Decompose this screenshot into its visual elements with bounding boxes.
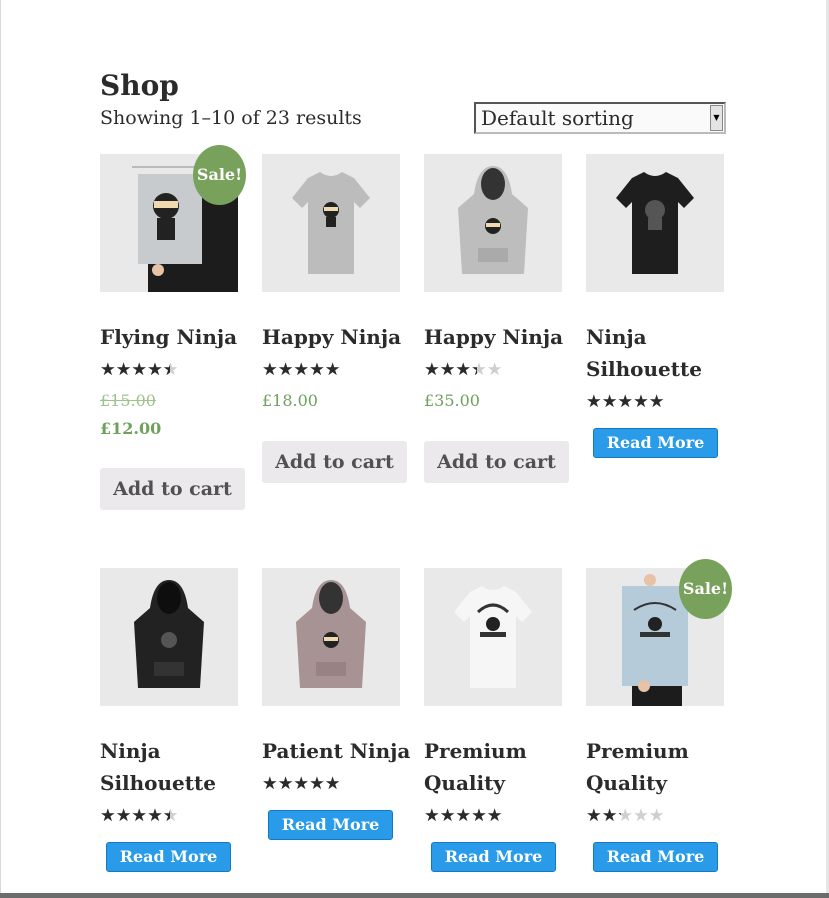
- product-image[interactable]: [586, 154, 724, 292]
- product-image[interactable]: [262, 568, 400, 706]
- star-rating: ★★★★★★★★★★: [100, 360, 179, 380]
- product-title[interactable]: Flying Ninja: [100, 321, 250, 353]
- read-more-button[interactable]: Read More: [431, 842, 556, 872]
- grey-hoodie-icon: [424, 154, 562, 292]
- star-rating: ★★★★★★★★★★: [262, 360, 341, 380]
- add-to-cart-button[interactable]: Add to cart: [262, 441, 407, 483]
- product-card: [262, 154, 400, 292]
- window-left-border: [0, 0, 1, 898]
- product-title[interactable]: Ninja Silhouette: [586, 321, 736, 385]
- sale-badge: Sale!: [193, 145, 246, 205]
- product-card: [262, 568, 400, 706]
- read-more-button[interactable]: Read More: [268, 810, 393, 840]
- star-rating: ★★★★★★★★★★: [586, 392, 665, 412]
- chevron-down-icon[interactable]: ▼: [710, 105, 723, 131]
- sale-badge: Sale!: [679, 559, 732, 619]
- product-image[interactable]: [100, 568, 238, 706]
- product-title[interactable]: Ninja Silhouette: [100, 735, 250, 799]
- star-rating: ★★★★★★★★★★: [586, 806, 665, 826]
- star-rating: ★★★★★★★★★★: [424, 806, 503, 826]
- star-rating: ★★★★★★★★★★: [424, 360, 503, 380]
- window-bottom-border: [0, 893, 829, 898]
- price: £18.00: [262, 391, 318, 410]
- black-tshirt-icon: [586, 154, 724, 292]
- result-count: Showing 1–10 of 23 results: [100, 107, 362, 129]
- product-title[interactable]: Premium Quality: [424, 735, 574, 799]
- read-more-button[interactable]: Read More: [106, 842, 231, 872]
- white-tshirt-icon: [424, 568, 562, 706]
- page-title: Shop: [100, 69, 179, 102]
- product-card: Sale!: [100, 145, 246, 292]
- product-card: [100, 568, 238, 706]
- sort-select[interactable]: Default sorting ▼: [474, 102, 726, 134]
- sort-selected-value: Default sorting: [481, 106, 634, 130]
- product-title[interactable]: Happy Ninja: [262, 321, 412, 353]
- read-more-button[interactable]: Read More: [593, 428, 718, 458]
- mauve-hoodie-icon: [262, 568, 400, 706]
- product-title[interactable]: Premium Quality: [586, 735, 736, 799]
- product-card: Sale!: [586, 559, 732, 706]
- product-title[interactable]: Patient Ninja: [262, 735, 412, 767]
- product-image[interactable]: [262, 154, 400, 292]
- original-price: £15.00: [100, 391, 156, 410]
- product-card: [424, 154, 562, 292]
- product-image[interactable]: [424, 568, 562, 706]
- star-rating: ★★★★★★★★★★: [100, 806, 179, 826]
- read-more-button[interactable]: Read More: [593, 842, 718, 872]
- product-title[interactable]: Happy Ninja: [424, 321, 574, 353]
- add-to-cart-button[interactable]: Add to cart: [100, 468, 245, 510]
- black-hoodie-icon: [100, 568, 238, 706]
- add-to-cart-button[interactable]: Add to cart: [424, 441, 569, 483]
- product-card: [586, 154, 724, 292]
- grey-tshirt-icon: [262, 154, 400, 292]
- product-card: [424, 568, 562, 706]
- price: £35.00: [424, 391, 480, 410]
- sale-price: £12.00: [100, 419, 162, 438]
- product-image[interactable]: [424, 154, 562, 292]
- star-rating: ★★★★★★★★★★: [262, 774, 341, 794]
